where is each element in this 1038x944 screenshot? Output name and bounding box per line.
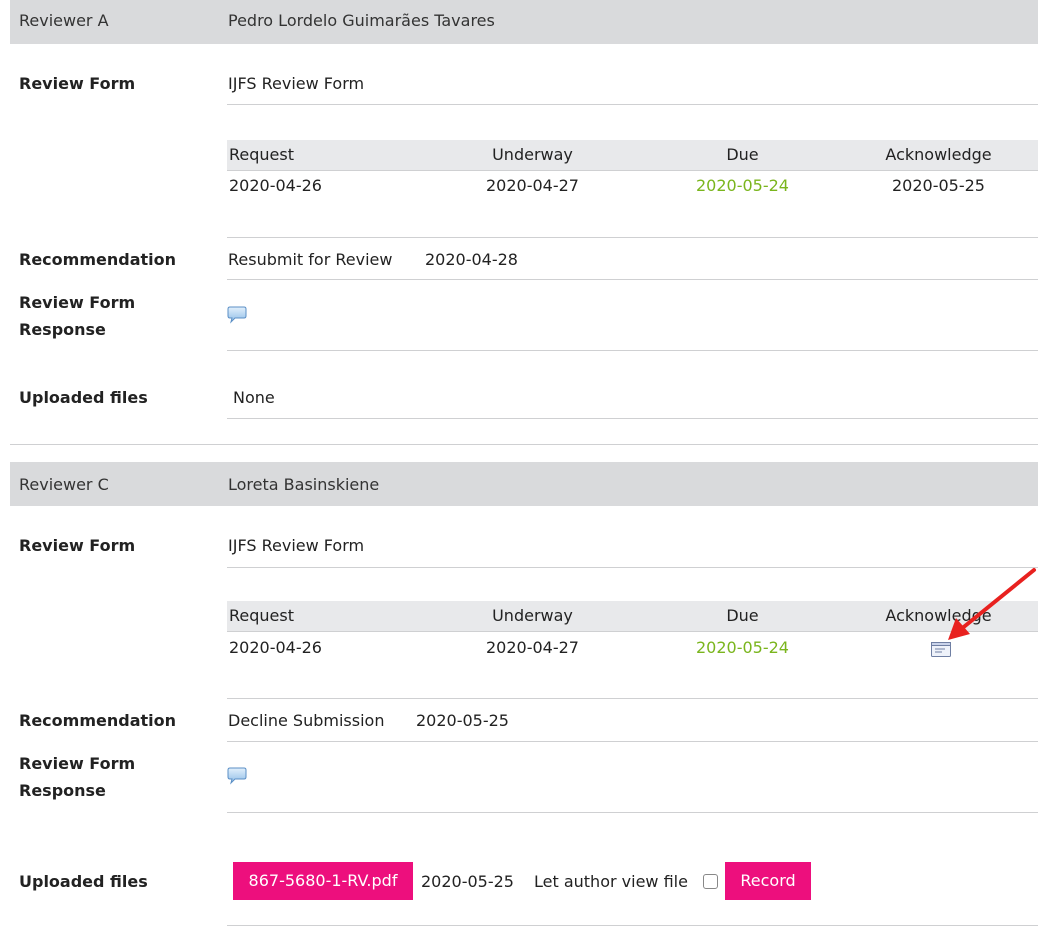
comment-bubble-icon[interactable] — [227, 306, 247, 328]
date-acknowledge: 2020-05-25 — [892, 176, 985, 195]
col-due: Due — [726, 145, 759, 164]
date-due: 2020-05-24 — [696, 638, 789, 657]
review-form-response-label-2: Response — [19, 320, 106, 339]
date-due: 2020-05-24 — [696, 176, 789, 195]
col-underway: Underway — [492, 145, 573, 164]
divider — [227, 237, 1038, 238]
divider — [227, 279, 1038, 280]
uploaded-files-label: Uploaded files — [19, 872, 148, 891]
reviewer-label: Reviewer A — [19, 11, 109, 30]
divider — [227, 698, 1038, 699]
col-underway: Underway — [492, 606, 573, 625]
reviewer-a-header — [10, 0, 1038, 44]
file-link-button[interactable]: 867-5680-1-RV.pdf — [233, 862, 413, 900]
recommendation-value: Decline Submission — [228, 711, 385, 730]
col-request: Request — [229, 145, 294, 164]
recommendation-date: 2020-05-25 — [416, 711, 509, 730]
reviewer-c-header — [10, 462, 1038, 506]
date-request: 2020-04-26 — [229, 638, 322, 657]
divider — [227, 741, 1038, 742]
review-form-label: Review Form — [19, 536, 136, 555]
divider — [227, 567, 1038, 568]
recommendation-value: Resubmit for Review — [228, 250, 393, 269]
review-form-response-label: Review Form — [19, 293, 136, 312]
divider — [227, 418, 1038, 419]
review-form-value: IJFS Review Form — [228, 74, 365, 93]
review-form-label: Review Form — [19, 74, 136, 93]
recommendation-label: Recommendation — [19, 711, 176, 730]
divider — [227, 104, 1038, 105]
reviewer-name: Pedro Lordelo Guimarães Tavares — [228, 11, 495, 30]
col-due: Due — [726, 606, 759, 625]
divider — [227, 812, 1038, 813]
date-underway: 2020-04-27 — [486, 638, 579, 657]
record-button[interactable]: Record — [725, 862, 811, 900]
comment-bubble-icon[interactable] — [227, 767, 247, 789]
reviewer-label: Reviewer C — [19, 475, 109, 494]
recommendation-label: Recommendation — [19, 250, 176, 269]
uploaded-files-label: Uploaded files — [19, 388, 148, 407]
annotation-arrow-icon — [948, 568, 1036, 640]
reviewer-name: Loreta Basinskiene — [228, 475, 380, 494]
date-request: 2020-04-26 — [229, 176, 322, 195]
reviewer-separator — [10, 444, 1038, 445]
let-author-view-label: Let author view file — [534, 872, 688, 891]
recommendation-date: 2020-04-28 — [425, 250, 518, 269]
file-date: 2020-05-25 — [421, 872, 514, 891]
uploaded-files-value: None — [233, 388, 275, 407]
let-author-view-checkbox[interactable] — [703, 874, 718, 889]
date-underway: 2020-04-27 — [486, 176, 579, 195]
review-form-response-label: Review Form — [19, 754, 136, 773]
col-acknowledge: Acknowledge — [885, 145, 992, 164]
col-request: Request — [229, 606, 294, 625]
divider — [227, 350, 1038, 351]
review-form-value: IJFS Review Form — [228, 536, 365, 555]
divider — [227, 925, 1038, 926]
review-form-response-label-2: Response — [19, 781, 106, 800]
